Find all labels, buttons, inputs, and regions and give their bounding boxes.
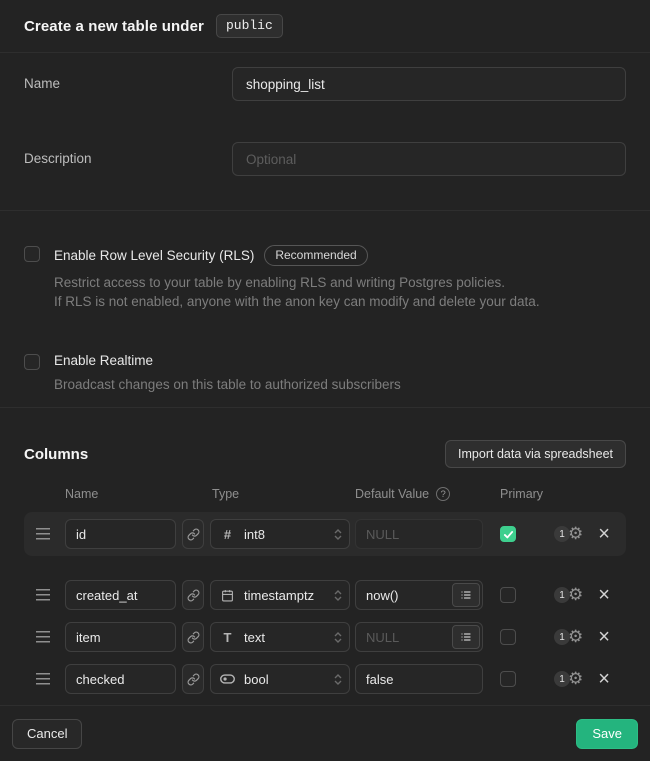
help-icon[interactable]: ?: [436, 487, 450, 501]
rls-description: Restrict access to your table by enablin…: [54, 273, 540, 311]
cancel-button[interactable]: Cancel: [12, 719, 82, 749]
delete-column-button[interactable]: ×: [596, 627, 612, 647]
gear-icon: ⚙: [568, 587, 583, 604]
realtime-toggle-item: Enable Realtime Broadcast changes on thi…: [24, 353, 626, 394]
foreign-key-button[interactable]: [182, 519, 204, 549]
default-value-menu-button[interactable]: [452, 625, 480, 649]
settings-count-badge: 1: [554, 526, 570, 542]
column-default-input: [355, 519, 483, 549]
primary-key-checkbox[interactable]: [500, 671, 516, 687]
list-icon: [460, 631, 472, 643]
columns-table-headers: Name Type Default Value ? Primary: [24, 487, 626, 500]
rls-checkbox[interactable]: [24, 246, 40, 262]
text-icon: T: [220, 630, 235, 645]
column-row-item: T text 1: [24, 616, 626, 658]
schema-chip: public: [216, 14, 283, 38]
rls-toggle-item: Enable Row Level Security (RLS) Recommen…: [24, 245, 626, 311]
realtime-description: Broadcast changes on this table to autho…: [54, 375, 401, 394]
table-info-section: Name Description: [0, 53, 650, 211]
realtime-checkbox[interactable]: [24, 354, 40, 370]
header-primary: Primary: [500, 487, 543, 501]
column-name-input[interactable]: [65, 519, 176, 549]
table-description-input[interactable]: [232, 142, 626, 176]
columns-title: Columns: [24, 446, 88, 463]
drag-handle-icon[interactable]: [36, 528, 50, 540]
delete-column-button[interactable]: ×: [596, 669, 612, 689]
foreign-key-button[interactable]: [182, 664, 204, 694]
create-table-dialog: Create a new table under public Name Des…: [0, 0, 650, 761]
name-field-row: Name: [24, 67, 626, 101]
rls-label: Enable Row Level Security (RLS): [54, 248, 254, 263]
delete-column-button[interactable]: ×: [596, 585, 612, 605]
delete-column-button[interactable]: ×: [596, 524, 612, 544]
realtime-label: Enable Realtime: [54, 353, 153, 368]
link-icon: [187, 589, 200, 602]
column-row-id: # int8 1 ⚙: [24, 512, 626, 556]
column-name-input[interactable]: [65, 664, 176, 694]
gear-icon: ⚙: [568, 671, 583, 688]
toggle-icon: [220, 674, 235, 684]
primary-key-checkbox[interactable]: [500, 587, 516, 603]
save-button[interactable]: Save: [576, 719, 638, 749]
gear-icon: ⚙: [568, 526, 583, 543]
foreign-key-button[interactable]: [182, 580, 204, 610]
hash-icon: #: [220, 527, 235, 542]
primary-key-checkbox[interactable]: [500, 526, 516, 542]
calendar-icon: [220, 589, 235, 602]
chevron-up-down-icon: [334, 529, 342, 540]
chevron-up-down-icon: [334, 674, 342, 685]
name-label: Name: [24, 67, 232, 91]
check-icon: [503, 529, 514, 540]
drag-handle-icon[interactable]: [36, 673, 50, 685]
settings-count-badge: 1: [554, 629, 570, 645]
column-default-input[interactable]: [355, 664, 483, 694]
link-icon: [187, 528, 200, 541]
primary-key-checkbox[interactable]: [500, 629, 516, 645]
list-icon: [460, 589, 472, 601]
dialog-title: Create a new table under: [24, 18, 204, 35]
drag-handle-icon[interactable]: [36, 631, 50, 643]
drag-handle-icon[interactable]: [36, 589, 50, 601]
column-settings-button[interactable]: 1 ⚙: [554, 629, 583, 646]
link-icon: [187, 631, 200, 644]
default-value-menu-button[interactable]: [452, 583, 480, 607]
header-name: Name: [65, 487, 98, 501]
settings-count-badge: 1: [554, 671, 570, 687]
recommended-badge: Recommended: [264, 245, 367, 266]
dialog-footer: Cancel Save: [0, 705, 650, 761]
column-settings-button[interactable]: 1 ⚙: [554, 526, 583, 543]
column-row-created-at: timestamptz 1: [24, 574, 626, 616]
column-name-input[interactable]: [65, 580, 176, 610]
column-type-select[interactable]: # int8: [210, 519, 350, 549]
header-type: Type: [212, 487, 239, 501]
column-settings-button[interactable]: 1 ⚙: [554, 587, 583, 604]
settings-count-badge: 1: [554, 587, 570, 603]
description-label: Description: [24, 142, 232, 166]
columns-section: Columns Import data via spreadsheet Name…: [0, 408, 650, 705]
foreign-key-button[interactable]: [182, 622, 204, 652]
table-options-section: Enable Row Level Security (RLS) Recommen…: [0, 211, 650, 408]
import-spreadsheet-button[interactable]: Import data via spreadsheet: [445, 440, 626, 468]
table-name-input[interactable]: [232, 67, 626, 101]
link-icon: [187, 673, 200, 686]
description-field-row: Description: [24, 142, 626, 176]
gear-icon: ⚙: [568, 629, 583, 646]
column-type-select[interactable]: T text: [210, 622, 350, 652]
column-name-input[interactable]: [65, 622, 176, 652]
column-row-checked: bool 1 ⚙ ×: [24, 658, 626, 700]
dialog-header: Create a new table under public: [0, 0, 650, 53]
column-type-select[interactable]: bool: [210, 664, 350, 694]
columns-rows: # int8 1 ⚙: [24, 512, 626, 700]
column-type-select[interactable]: timestamptz: [210, 580, 350, 610]
chevron-up-down-icon: [334, 590, 342, 601]
column-settings-button[interactable]: 1 ⚙: [554, 671, 583, 688]
header-default-value: Default Value ?: [355, 487, 450, 501]
chevron-up-down-icon: [334, 632, 342, 643]
